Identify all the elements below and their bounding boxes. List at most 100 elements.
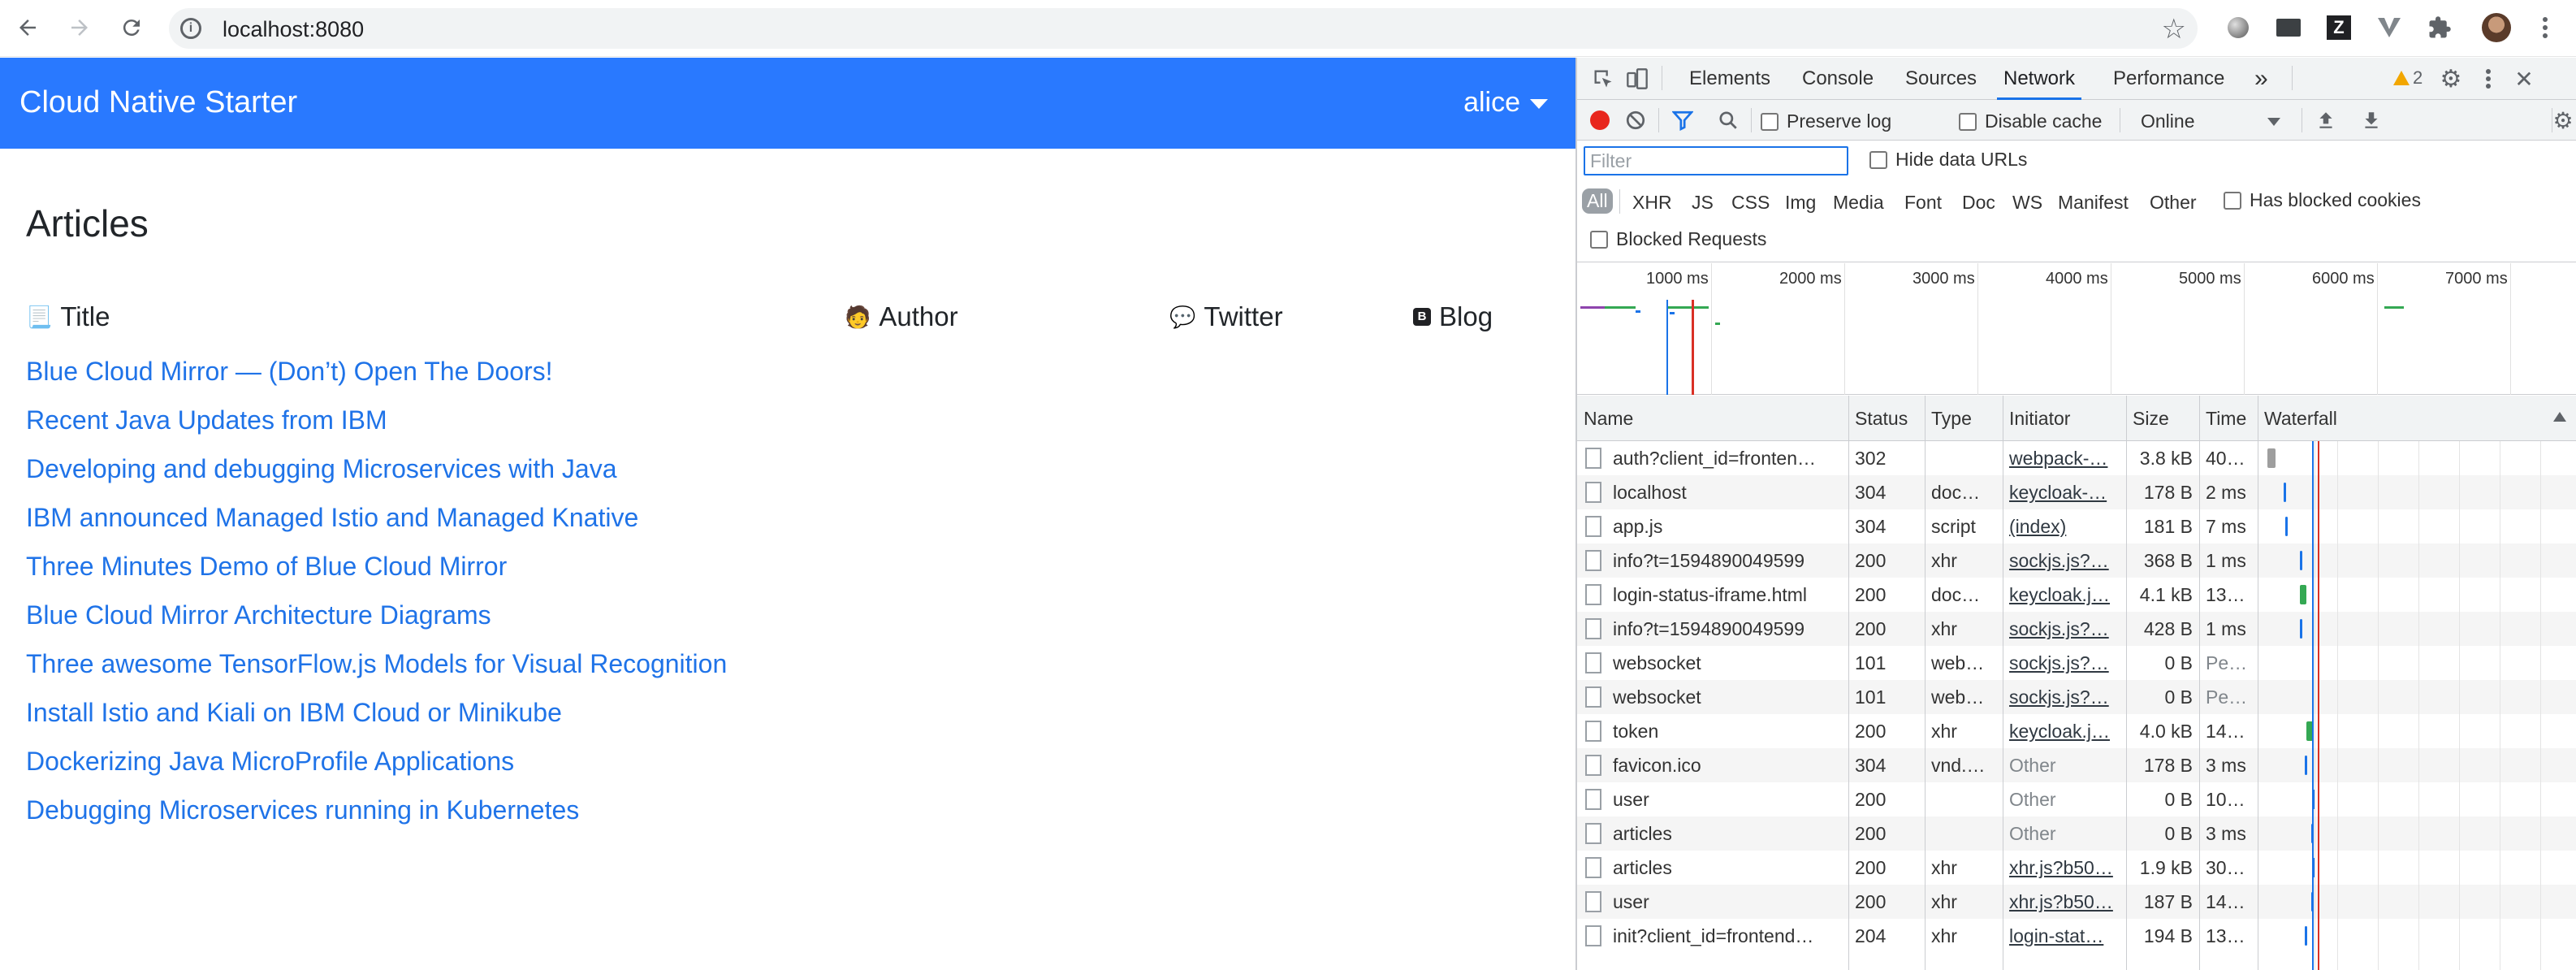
- type-filter-all[interactable]: All: [1582, 188, 1613, 214]
- request-row[interactable]: app.js 304 script (index) 181 B 7 ms: [1577, 509, 2576, 543]
- export-har-icon[interactable]: [2358, 107, 2384, 133]
- header-waterfall[interactable]: Waterfall: [2258, 396, 2337, 441]
- article-link[interactable]: IBM announced Managed Istio and Managed …: [26, 493, 727, 542]
- inspect-element-icon[interactable]: [1590, 66, 1616, 92]
- request-row[interactable]: user 200 xhr xhr.js?b50… 187 B 14…: [1577, 885, 2576, 919]
- network-overview-timeline[interactable]: 1000 ms 2000 ms 3000 ms 4000 ms 5000 ms …: [1577, 263, 2576, 395]
- extension-monitor-icon[interactable]: [2272, 11, 2305, 44]
- sort-ascending-icon[interactable]: [2553, 412, 2566, 422]
- checkbox[interactable]: [1869, 150, 1887, 169]
- checkbox[interactable]: [2224, 191, 2241, 210]
- header-status[interactable]: Status: [1848, 396, 1908, 441]
- browser-menu-icon[interactable]: [2529, 11, 2561, 44]
- request-row[interactable]: articles 200 xhr xhr.js?b50… 1.9 kB 30…: [1577, 851, 2576, 885]
- user-dropdown[interactable]: alice: [1463, 87, 1548, 119]
- checkbox[interactable]: [1959, 112, 1977, 131]
- clear-icon[interactable]: [1623, 107, 1649, 133]
- search-icon[interactable]: [1715, 107, 1741, 133]
- filter-input[interactable]: Filter: [1584, 146, 1848, 175]
- article-link[interactable]: Debugging Microservices running in Kuber…: [26, 786, 727, 834]
- devtools-menu-icon[interactable]: [2475, 66, 2501, 92]
- profile-avatar[interactable]: [2480, 11, 2513, 44]
- header-size[interactable]: Size: [2126, 396, 2169, 441]
- forward-button[interactable]: [63, 11, 96, 44]
- article-link[interactable]: Three awesome TensorFlow.js Models for V…: [26, 639, 727, 688]
- type-filter-other[interactable]: Other: [2150, 192, 2197, 214]
- request-row[interactable]: websocket 101 web… sockjs.js?… 0 B Pe…: [1577, 646, 2576, 680]
- request-initiator[interactable]: login-stat…: [2003, 919, 2126, 953]
- bookmark-star-icon[interactable]: ☆: [2162, 13, 2186, 45]
- request-row[interactable]: localhost 304 doc… keycloak-… 178 B 2 ms: [1577, 475, 2576, 509]
- more-tabs-button[interactable]: »: [2254, 58, 2268, 100]
- header-type[interactable]: Type: [1925, 396, 1972, 441]
- request-initiator[interactable]: xhr.js?b50…: [2003, 851, 2126, 885]
- article-link[interactable]: Recent Java Updates from IBM: [26, 396, 727, 444]
- request-initiator[interactable]: keycloak.j…: [2003, 714, 2126, 748]
- filter-funnel-icon[interactable]: [1670, 107, 1696, 133]
- device-toolbar-icon[interactable]: [1624, 66, 1650, 92]
- request-initiator[interactable]: sockjs.js?…: [2003, 612, 2126, 646]
- request-initiator[interactable]: xhr.js?b50…: [2003, 885, 2126, 919]
- network-settings-gear-icon[interactable]: ⚙: [2550, 107, 2576, 133]
- warnings-badge[interactable]: 2: [2393, 67, 2423, 89]
- request-row[interactable]: info?t=1594890049599 200 xhr sockjs.js?… 368…: [1577, 543, 2576, 578]
- header-initiator[interactable]: Initiator: [2003, 396, 2070, 441]
- request-row[interactable]: articles 200 Other 0 B 3 ms: [1577, 816, 2576, 851]
- type-filter-img[interactable]: Img: [1785, 192, 1816, 214]
- address-bar[interactable]: i localhost:8080 ☆: [169, 8, 2198, 49]
- request-initiator[interactable]: keycloak.j…: [2003, 578, 2126, 612]
- back-button[interactable]: [11, 11, 44, 44]
- import-har-icon[interactable]: [2313, 107, 2339, 133]
- request-row[interactable]: user 200 Other 0 B 10…: [1577, 782, 2576, 816]
- blocked-requests-checkbox[interactable]: Blocked Requests: [1590, 228, 1766, 250]
- request-initiator[interactable]: sockjs.js?…: [2003, 646, 2126, 680]
- extension-circle-icon[interactable]: [2222, 11, 2254, 44]
- request-row[interactable]: websocket 101 web… sockjs.js?… 0 B Pe…: [1577, 680, 2576, 714]
- tab-console[interactable]: Console: [1802, 58, 1874, 100]
- extension-z-icon[interactable]: Z: [2323, 11, 2355, 44]
- site-info-icon[interactable]: i: [180, 18, 201, 39]
- tab-sources[interactable]: Sources: [1905, 58, 1977, 100]
- type-filter-media[interactable]: Media: [1833, 192, 1884, 214]
- request-initiator[interactable]: keycloak-…: [2003, 475, 2126, 509]
- request-row[interactable]: auth?client_id=fronten… 302 webpack-… 3.8 k…: [1577, 441, 2576, 475]
- hide-data-urls-checkbox[interactable]: Hide data URLs: [1869, 149, 2027, 171]
- request-initiator[interactable]: sockjs.js?…: [2003, 680, 2126, 714]
- header-time[interactable]: Time: [2199, 396, 2246, 441]
- request-initiator[interactable]: Other: [2003, 782, 2126, 816]
- type-filter-manifest[interactable]: Manifest: [2058, 192, 2129, 214]
- type-filter-xhr[interactable]: XHR: [1632, 192, 1672, 214]
- request-row[interactable]: token 200 xhr keycloak.j… 4.0 kB 14…: [1577, 714, 2576, 748]
- request-row[interactable]: login-status-iframe.html 200 doc… keycloak.…: [1577, 578, 2576, 612]
- record-button[interactable]: [1587, 107, 1613, 133]
- type-filter-js[interactable]: JS: [1692, 192, 1714, 214]
- preserve-log-checkbox[interactable]: Preserve log: [1761, 110, 1891, 132]
- close-devtools-icon[interactable]: ✕: [2511, 66, 2537, 92]
- article-link[interactable]: Three Minutes Demo of Blue Cloud Mirror: [26, 542, 727, 591]
- checkbox[interactable]: [1761, 112, 1779, 131]
- article-link[interactable]: Dockerizing Java MicroProfile Applicatio…: [26, 737, 727, 786]
- request-initiator[interactable]: Other: [2003, 816, 2126, 851]
- extension-v-icon[interactable]: [2373, 11, 2405, 44]
- checkbox[interactable]: [1590, 230, 1608, 249]
- article-link[interactable]: Blue Cloud Mirror Architecture Diagrams: [26, 591, 727, 639]
- request-initiator[interactable]: sockjs.js?…: [2003, 543, 2126, 578]
- reload-button[interactable]: [115, 11, 148, 44]
- settings-gear-icon[interactable]: ⚙: [2438, 66, 2464, 93]
- request-initiator[interactable]: Other: [2003, 748, 2126, 782]
- article-link[interactable]: Developing and debugging Microservices w…: [26, 444, 727, 493]
- disable-cache-checkbox[interactable]: Disable cache: [1959, 110, 2102, 132]
- article-link[interactable]: Install Istio and Kiali on IBM Cloud or …: [26, 688, 727, 737]
- throttling-select[interactable]: Online: [2141, 110, 2281, 132]
- tab-network[interactable]: Network: [1996, 58, 2082, 100]
- extensions-puzzle-icon[interactable]: [2423, 11, 2456, 44]
- request-initiator[interactable]: (index): [2003, 509, 2126, 543]
- article-link[interactable]: Blue Cloud Mirror — (Don’t) Open The Doo…: [26, 347, 727, 396]
- type-filter-font[interactable]: Font: [1904, 192, 1942, 214]
- tab-elements[interactable]: Elements: [1689, 58, 1770, 100]
- header-name[interactable]: Name: [1577, 396, 1633, 441]
- request-initiator[interactable]: webpack-…: [2003, 441, 2126, 475]
- tab-performance[interactable]: Performance: [2113, 58, 2224, 100]
- type-filter-css[interactable]: CSS: [1731, 192, 1770, 214]
- request-row[interactable]: info?t=1594890049599 200 xhr sockjs.js?… 428…: [1577, 612, 2576, 646]
